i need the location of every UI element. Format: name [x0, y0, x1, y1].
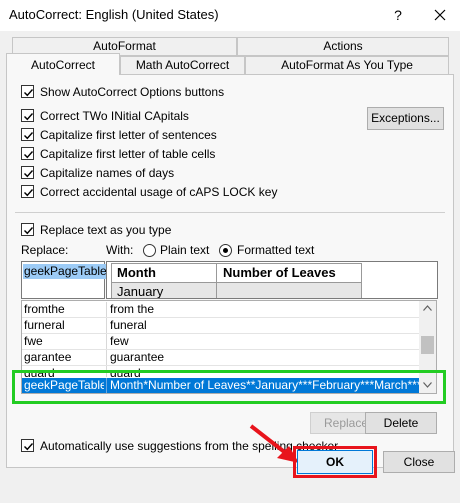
option-label: Capitalize names of days — [40, 166, 175, 180]
close-button[interactable]: Close — [383, 451, 455, 473]
tab-autoformat-as-you-type[interactable]: AutoFormat As You Type — [245, 56, 449, 75]
preview-cell-empty — [216, 282, 362, 298]
option-checkbox[interactable] — [21, 147, 34, 160]
tab-autocorrect[interactable]: AutoCorrect — [6, 53, 120, 75]
option-checkbox[interactable] — [21, 128, 34, 141]
replace-input[interactable]: geekPageTable — [21, 261, 108, 299]
with-label: With: — [106, 243, 134, 257]
arrow-icon — [249, 424, 299, 463]
delete-button[interactable]: Delete — [365, 412, 437, 434]
replace-label: Replace: — [21, 243, 69, 257]
scrollbar-thumb[interactable] — [421, 336, 434, 354]
scroll-up-icon — [423, 305, 432, 311]
list-item[interactable]: fwe few — [22, 334, 422, 349]
option-checkbox[interactable] — [21, 85, 34, 98]
help-button[interactable]: ? — [388, 4, 408, 26]
option-label: Capitalize first letter of sentences — [40, 128, 217, 142]
option-label: Capitalize first letter of table cells — [40, 147, 216, 161]
with-preview[interactable]: Month Number of Leaves January — [106, 261, 438, 299]
option-checkbox[interactable] — [21, 185, 34, 198]
replace-as-you-type-label: Replace text as you type — [40, 223, 172, 237]
list-item[interactable]: furneral funeral — [22, 318, 422, 333]
ok-button[interactable]: OK — [293, 446, 377, 478]
option-checkbox[interactable] — [21, 109, 34, 122]
replace-as-you-type-checkbox[interactable] — [21, 223, 34, 236]
close-icon[interactable] — [428, 3, 452, 27]
highlight-box — [12, 370, 446, 404]
option-label: Correct TWo INitial CApitals — [40, 109, 189, 123]
list-item[interactable]: fromthe from the — [22, 302, 422, 317]
preview-cell-january: January — [111, 282, 217, 298]
preview-header-leaves: Number of Leaves — [216, 263, 362, 283]
option-checkbox[interactable] — [21, 166, 34, 179]
option-label: Show AutoCorrect Options buttons — [40, 85, 225, 99]
window-title: AutoCorrect: English (United States) — [9, 7, 219, 22]
replace-input-value: geekPageTable — [23, 264, 108, 279]
exceptions-button[interactable]: Exceptions... — [367, 107, 444, 130]
list-item[interactable]: garantee guarantee — [22, 350, 422, 365]
formatted-text-label: Formatted text — [237, 243, 315, 257]
preview-header-month: Month — [111, 263, 217, 283]
formatted-text-radio[interactable] — [219, 244, 232, 257]
plain-text-label: Plain text — [160, 243, 210, 257]
plain-text-radio[interactable] — [143, 244, 156, 257]
tab-actions[interactable]: Actions — [237, 37, 449, 56]
divider — [15, 212, 445, 213]
option-label: Correct accidental usage of cAPS LOCK ke… — [40, 185, 278, 199]
spelling-suggestions-checkbox[interactable] — [21, 439, 34, 452]
tab-math-autocorrect[interactable]: Math AutoCorrect — [120, 56, 245, 75]
